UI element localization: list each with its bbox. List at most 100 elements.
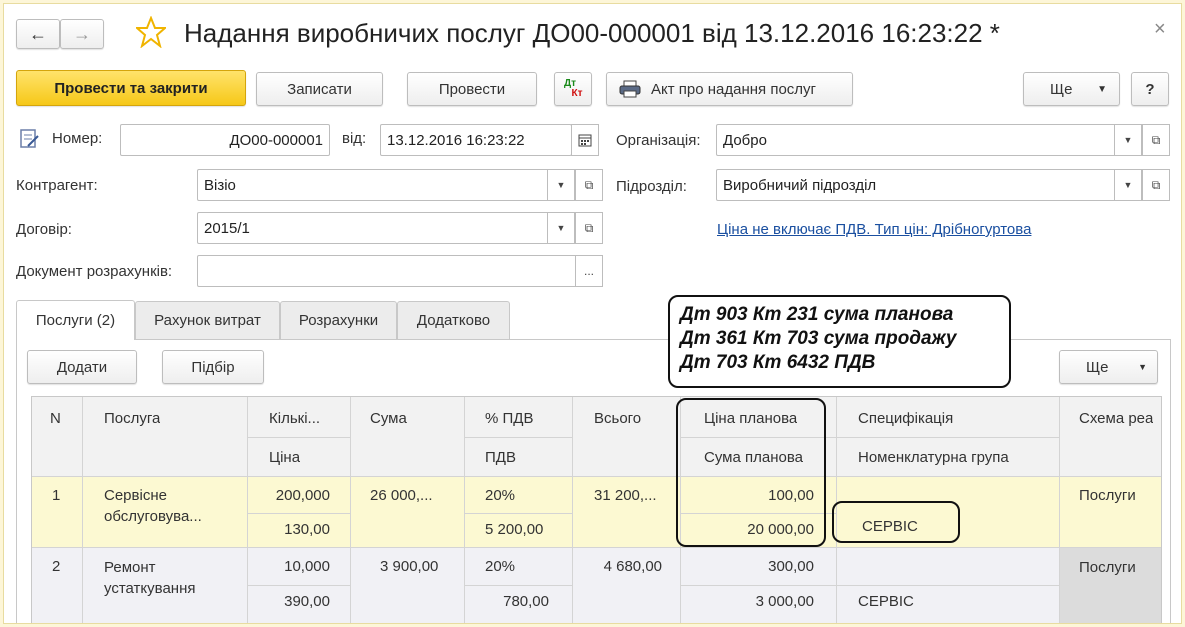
header-nomenclature-group[interactable]: Номенклатурна група	[858, 449, 1009, 466]
row2-nomenclature-group[interactable]: СЕРВІС	[858, 593, 914, 610]
header-price[interactable]: Ціна	[269, 449, 300, 466]
number-field[interactable]: ДО00-000001	[120, 124, 330, 156]
more-button[interactable]: Ще ▼	[1023, 72, 1120, 106]
organization-value: Добро	[723, 131, 767, 149]
post-and-close-button[interactable]: Провести та закрити	[16, 70, 246, 106]
header-sum[interactable]: Сума	[370, 410, 407, 427]
organization-dropdown-button[interactable]: ▼	[1114, 124, 1142, 156]
row1-total: 31 200,...	[594, 487, 657, 504]
services-table: N Послуга Кількі... Ціна Сума % ПДВ ПДВ …	[31, 396, 1162, 623]
caret-down-icon: ▼	[556, 223, 566, 233]
calendar-icon	[578, 134, 592, 147]
organization-label: Організація:	[616, 132, 701, 149]
table-more-label: Ще	[1086, 358, 1109, 376]
act-print-button[interactable]: Акт про надання послуг	[606, 72, 853, 106]
division-label: Підрозділ:	[616, 178, 687, 195]
row1-vat[interactable]: 5 200,00	[485, 521, 543, 538]
note-line: Дт 903 Кт 231 сума планова	[680, 304, 954, 325]
price-type-link[interactable]: Ціна не включає ПДВ. Тип цін: Дрібногурт…	[717, 221, 1031, 238]
row1-price[interactable]: 130,00	[247, 521, 330, 538]
division-open-button[interactable]: ⧉	[1142, 169, 1170, 201]
close-icon[interactable]: ×	[1154, 18, 1166, 41]
contract-dropdown-button[interactable]: ▼	[547, 212, 575, 244]
tab-settlements[interactable]: Розрахунки	[280, 301, 397, 339]
add-row-button[interactable]: Додати	[27, 350, 137, 384]
row1-scheme[interactable]: Послуги	[1079, 487, 1136, 504]
accounting-entries-note: Дт 903 Кт 231 сума планова Дт 361 Кт 703…	[668, 295, 1011, 388]
header-total[interactable]: Всього	[594, 410, 641, 427]
header-vat[interactable]: ПДВ	[485, 449, 516, 466]
more-label: Ще	[1050, 80, 1073, 98]
open-window-icon: ⧉	[584, 177, 594, 192]
row2-scheme[interactable]: Послуги	[1079, 559, 1136, 576]
settlement-document-label: Документ розрахунків:	[16, 263, 173, 280]
post-button[interactable]: Провести	[407, 72, 537, 106]
pick-button[interactable]: Підбір	[162, 350, 264, 384]
organization-field[interactable]: Добро	[716, 124, 1116, 156]
caret-down-icon: ▼	[1097, 83, 1107, 95]
help-button[interactable]: ?	[1131, 72, 1169, 106]
tab-additional[interactable]: Додатково	[397, 301, 510, 339]
table-more-button[interactable]: Ще ▼	[1059, 350, 1158, 384]
row1-quantity[interactable]: 200,000	[247, 487, 330, 504]
dt-kt-button[interactable]: Дт Кт	[554, 72, 592, 106]
row1-sum[interactable]: 26 000,...	[370, 487, 433, 504]
tab-services[interactable]: Послуги (2)	[16, 300, 135, 340]
open-window-icon: ⧉	[1151, 177, 1161, 192]
contract-value: 2015/1	[204, 219, 250, 237]
header-vat-rate[interactable]: % ПДВ	[485, 410, 533, 427]
settlement-document-field[interactable]	[197, 255, 577, 287]
caret-down-icon: ▼	[1138, 362, 1147, 372]
document-icon	[20, 128, 40, 150]
contract-label: Договір:	[16, 221, 72, 238]
row2-vat[interactable]: 780,00	[464, 593, 549, 610]
row2-sum[interactable]: 3 900,00	[380, 558, 438, 575]
act-print-label: Акт про надання послуг	[651, 80, 817, 98]
row2-total: 4 680,00	[603, 558, 662, 575]
counterparty-open-button[interactable]: ⧉	[575, 169, 603, 201]
open-window-icon: ⧉	[1151, 132, 1161, 147]
row2-price[interactable]: 390,00	[247, 593, 330, 610]
counterparty-label: Контрагент:	[16, 177, 98, 194]
row1-service-line1: Сервісне	[104, 487, 167, 504]
row2-plan-sum[interactable]: 3 000,00	[680, 593, 814, 610]
header-n[interactable]: N	[50, 410, 61, 427]
row2-n: 2	[52, 558, 61, 575]
row1-vat-rate[interactable]: 20%	[485, 487, 515, 504]
counterparty-dropdown-button[interactable]: ▼	[547, 169, 575, 201]
note-line: Дт 361 Кт 703 сума продажу	[680, 328, 957, 349]
organization-open-button[interactable]: ⧉	[1142, 124, 1170, 156]
calendar-button[interactable]	[571, 124, 599, 156]
favorite-star-icon[interactable]	[134, 15, 168, 52]
caret-down-icon: ▼	[1123, 180, 1133, 190]
date-field[interactable]: 13.12.2016 16:23:22	[380, 124, 572, 156]
save-button[interactable]: Записати	[256, 72, 383, 106]
plan-columns-highlight	[676, 398, 826, 547]
division-value: Виробничий підрозділ	[723, 176, 877, 194]
printer-icon	[619, 80, 641, 98]
nomenclature-group-highlight	[832, 501, 960, 543]
settlement-select-button[interactable]: ...	[575, 255, 603, 287]
arrow-left-icon: ←	[29, 23, 47, 44]
number-value: ДО00-000001	[229, 131, 323, 149]
note-line: Дт 703 Кт 6432 ПДВ	[680, 352, 876, 373]
date-value: 13.12.2016 16:23:22	[387, 131, 525, 149]
header-specification[interactable]: Специфікація	[858, 410, 953, 427]
row1-service-line2: обслуговува...	[104, 508, 202, 525]
contract-field[interactable]: 2015/1	[197, 212, 549, 244]
division-dropdown-button[interactable]: ▼	[1114, 169, 1142, 201]
forward-button[interactable]: →	[60, 19, 104, 49]
back-button[interactable]: ←	[16, 19, 60, 49]
header-service[interactable]: Послуга	[104, 410, 160, 427]
row2-quantity[interactable]: 10,000	[247, 558, 330, 575]
document-window: ← → Надання виробничих послуг ДО00-00000…	[3, 3, 1182, 624]
contract-open-button[interactable]: ⧉	[575, 212, 603, 244]
tab-expense-account[interactable]: Рахунок витрат	[135, 301, 280, 339]
division-field[interactable]: Виробничий підрозділ	[716, 169, 1116, 201]
header-quantity[interactable]: Кількі...	[269, 410, 320, 427]
caret-down-icon: ▼	[1123, 135, 1133, 145]
row2-vat-rate[interactable]: 20%	[485, 558, 515, 575]
row2-plan-price[interactable]: 300,00	[680, 558, 814, 575]
header-scheme[interactable]: Схема реа	[1079, 410, 1153, 427]
counterparty-field[interactable]: Візіо	[197, 169, 549, 201]
